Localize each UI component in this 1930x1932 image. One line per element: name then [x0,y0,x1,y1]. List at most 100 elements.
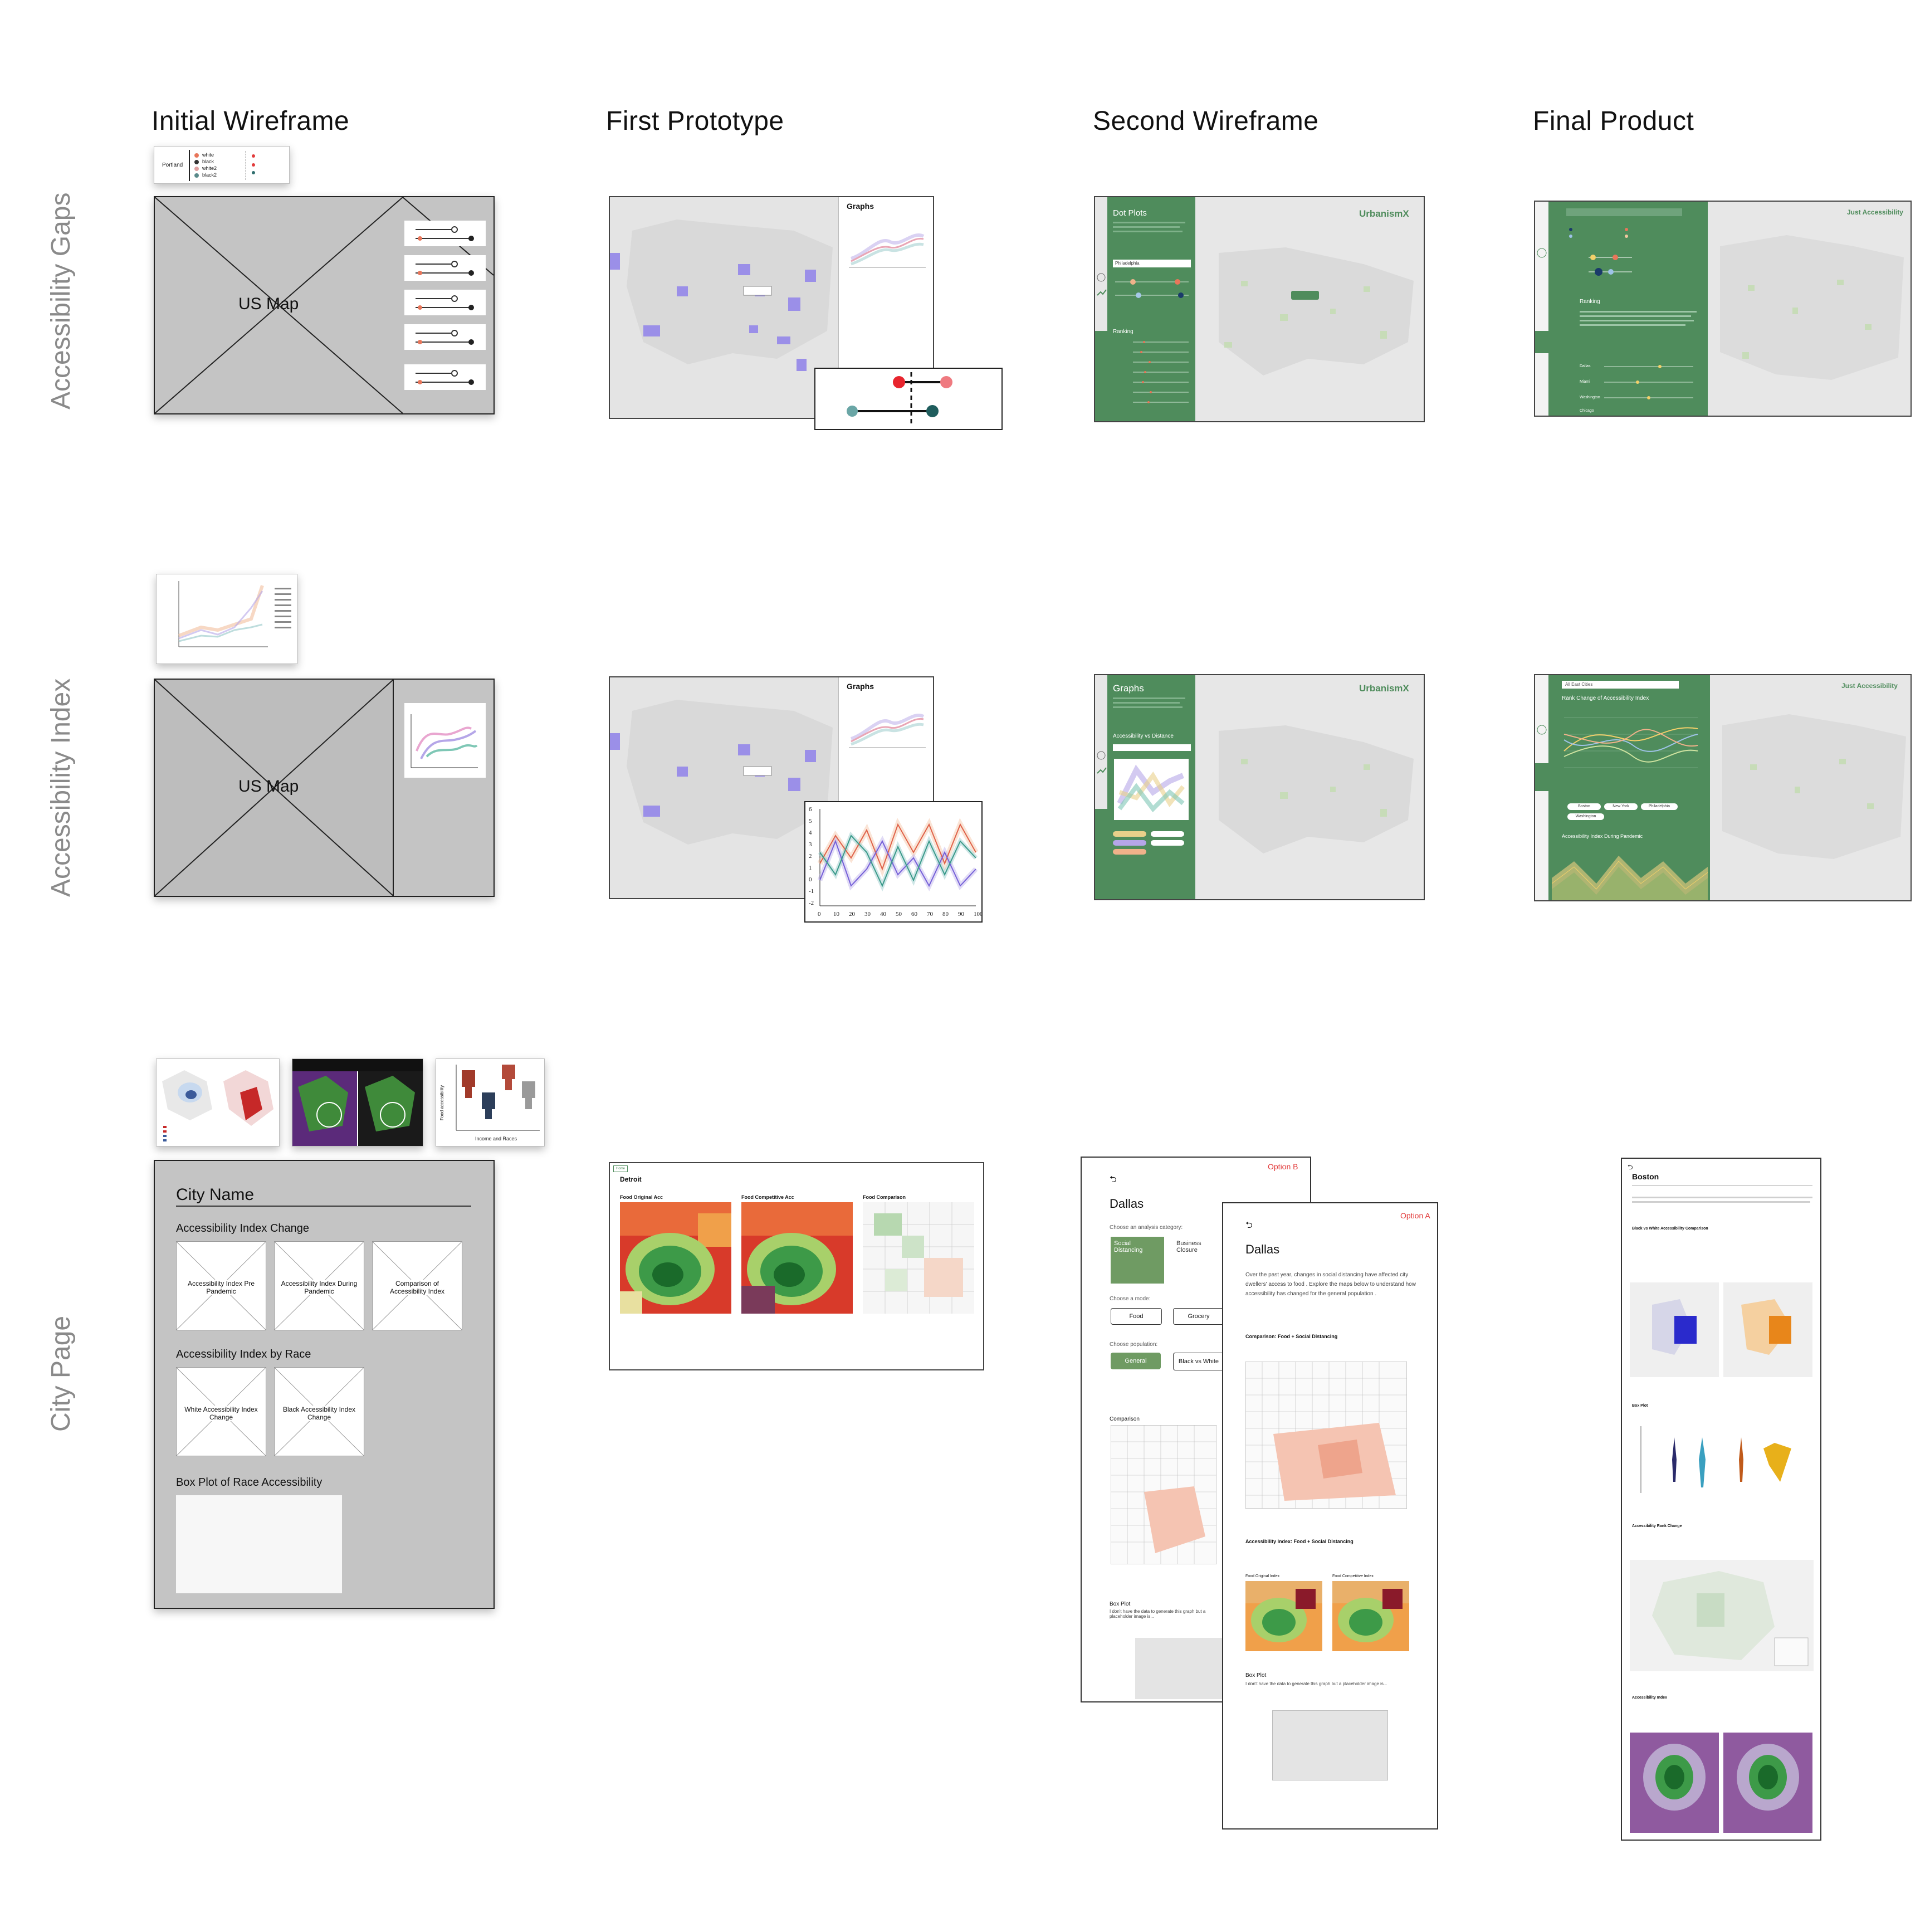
mode-grocery-button[interactable]: Grocery [1173,1308,1224,1325]
section-heading: Accessibility Rank Change [1632,1524,1682,1528]
x-tick-label: 30 [864,911,871,918]
y-tick-label: 4 [809,830,812,836]
food-comparison-map [863,1202,974,1314]
legend-item: white [202,152,214,158]
chart-title: Rank Change of Accessibility Index [1562,695,1649,701]
placeholder-note: I don't have the data to generate this g… [1110,1609,1206,1619]
gaps-wireframe-map: US Map [154,196,495,414]
y-axis-label: Food accessibility [439,1085,444,1120]
card-label: Black Accessibility Index Change [280,1406,358,1421]
card-placeholder: White Accessibility Index Change [176,1367,266,1456]
box-plot-placeholder [1272,1710,1388,1780]
card-placeholder: Accessibility Index Pre Pandemic [176,1241,266,1330]
index-line-chart: 0102030405060708090100 6543210-1-2 [809,806,981,918]
y-tick-label: 0 [809,876,812,883]
card-placeholder: Accessibility Index During Pandemic [274,1241,364,1330]
home-button[interactable]: Home [613,1165,628,1172]
city-name-title: City Name [176,1185,255,1204]
card-label: White Accessibility Index Change [182,1406,260,1421]
y-tick-label: 1 [809,865,812,871]
card-label: Accessibility Index During Pandemic [280,1280,358,1295]
index-line-chart-popup: 0102030405060708090100 6543210-1-2 [804,801,983,923]
y-tick-label: -1 [809,888,814,895]
city-select[interactable]: Philadelphia [1113,260,1191,267]
x-tick-label: 60 [911,911,918,918]
population-black-white-button[interactable]: Black vs White [1173,1353,1224,1370]
city-final-product-page: ⮌ Boston Black vs White Accessibility Co… [1621,1158,1821,1841]
city-prototype-page: Home Detroit Food Original Acc Food Comp… [609,1162,984,1370]
ranking-label: Ranking [1113,329,1133,335]
row-title-accessibility-index: Accessibility Index [46,678,76,897]
brand-logo: UrbanismX [1359,208,1409,219]
dot-plot-card [404,290,486,315]
legend-chip[interactable]: New York [1604,803,1638,810]
violin-box-plot [1640,1426,1791,1493]
map-title: Food Competitive Acc [741,1194,794,1200]
x-tick-label: 90 [958,911,965,918]
category-social-distancing[interactable]: Social Distancing [1111,1237,1164,1284]
index-wireframe-map: US Map [154,679,495,897]
column-title-second-wireframe: Second Wireframe [1093,106,1319,136]
map-title: Food Comparison [863,1194,906,1200]
panel-title: Graphs [847,682,874,691]
card-label: Comparison of Accessibility Index [378,1280,456,1295]
brand-logo: Just Accessibility [1841,682,1898,690]
panel-title: Graphs [847,202,874,211]
region-select[interactable]: All East Cities [1562,681,1679,689]
back-arrow-icon[interactable]: ⮌ [1245,1219,1253,1234]
race-map-thumbnail-1 [156,1058,280,1146]
city-title: Dallas [1110,1197,1144,1211]
row-title-accessibility-gaps: Accessibility Gaps [46,192,76,409]
chart-label: Accessibility vs Distance [1113,733,1174,739]
box-plot-thumbnail: Income and Races Food accessibility [436,1058,545,1146]
dot-plots-panel: Dot Plots Philadelphia Ranking [1107,197,1195,421]
box-plot-placeholder [1135,1638,1230,1699]
section-heading: Box Plot [1632,1404,1648,1408]
final-dot-plot-panel: Ranking Dallas Miami Washington Chicago [1548,202,1708,416]
x-tick-label: 10 [833,911,840,918]
prompt-label: Choose population: [1110,1341,1158,1348]
city-title: Detroit [620,1175,642,1183]
card-placeholder: Comparison of Accessibility Index [372,1241,462,1330]
gaps-second-wireframe: Dot Plots Philadelphia Ranking UrbanismX [1094,196,1425,422]
legend-chip[interactable]: Washington [1567,813,1604,820]
category-business-closure[interactable]: Business Closure [1173,1237,1227,1284]
panel-title: Dot Plots [1113,208,1147,218]
column-title-first-prototype: First Prototype [606,106,784,136]
legend-item: black2 [202,172,217,178]
chart-select[interactable] [1113,744,1191,751]
legend-chip[interactable]: Philadelphia [1641,803,1678,810]
line-chart-card [404,703,486,778]
city-title: Dallas [1245,1242,1280,1256]
section-heading: Box Plot [1110,1601,1131,1607]
us-map-label: US Map [238,777,299,796]
y-tick-label: 2 [809,853,812,860]
population-general-button[interactable]: General [1111,1353,1161,1369]
rank-change-maps [1630,1560,1814,1671]
line-chart-thumbnail [156,574,297,664]
final-graphs-panel: All East Cities Rank Change of Accessibi… [1548,675,1710,900]
x-tick-label: 80 [942,911,949,918]
food-original-map [620,1202,731,1314]
ranking-city: Dallas [1580,364,1591,368]
race-comparison-maps [1630,1282,1812,1377]
panel-title: Graphs [1113,683,1144,694]
ranking-city: Chicago [1580,409,1594,413]
x-tick-label: 0 [818,911,821,918]
section-heading: Box Plot of Race Accessibility [176,1476,323,1489]
dumbbell-chart-popup [814,368,1003,430]
x-tick-label: 40 [880,911,887,918]
legend-chip[interactable]: Boston [1567,803,1601,810]
dot-plot-card [404,324,486,350]
y-tick-label: -2 [809,900,814,906]
y-tick-label: 5 [809,818,812,824]
mode-food-button[interactable]: Food [1111,1308,1162,1325]
comparison-map [1111,1425,1216,1564]
map-title: Food Original Acc [620,1194,663,1200]
card-label: Accessibility Index Pre Pandemic [182,1280,260,1295]
section-heading: Box Plot [1245,1672,1267,1679]
back-arrow-icon[interactable]: ⮌ [1110,1173,1117,1188]
food-competitive-map [741,1202,853,1314]
race-map-thumbnail-2 [292,1058,423,1146]
chart2-title: Accessibility Index During Pandemic [1562,833,1643,839]
